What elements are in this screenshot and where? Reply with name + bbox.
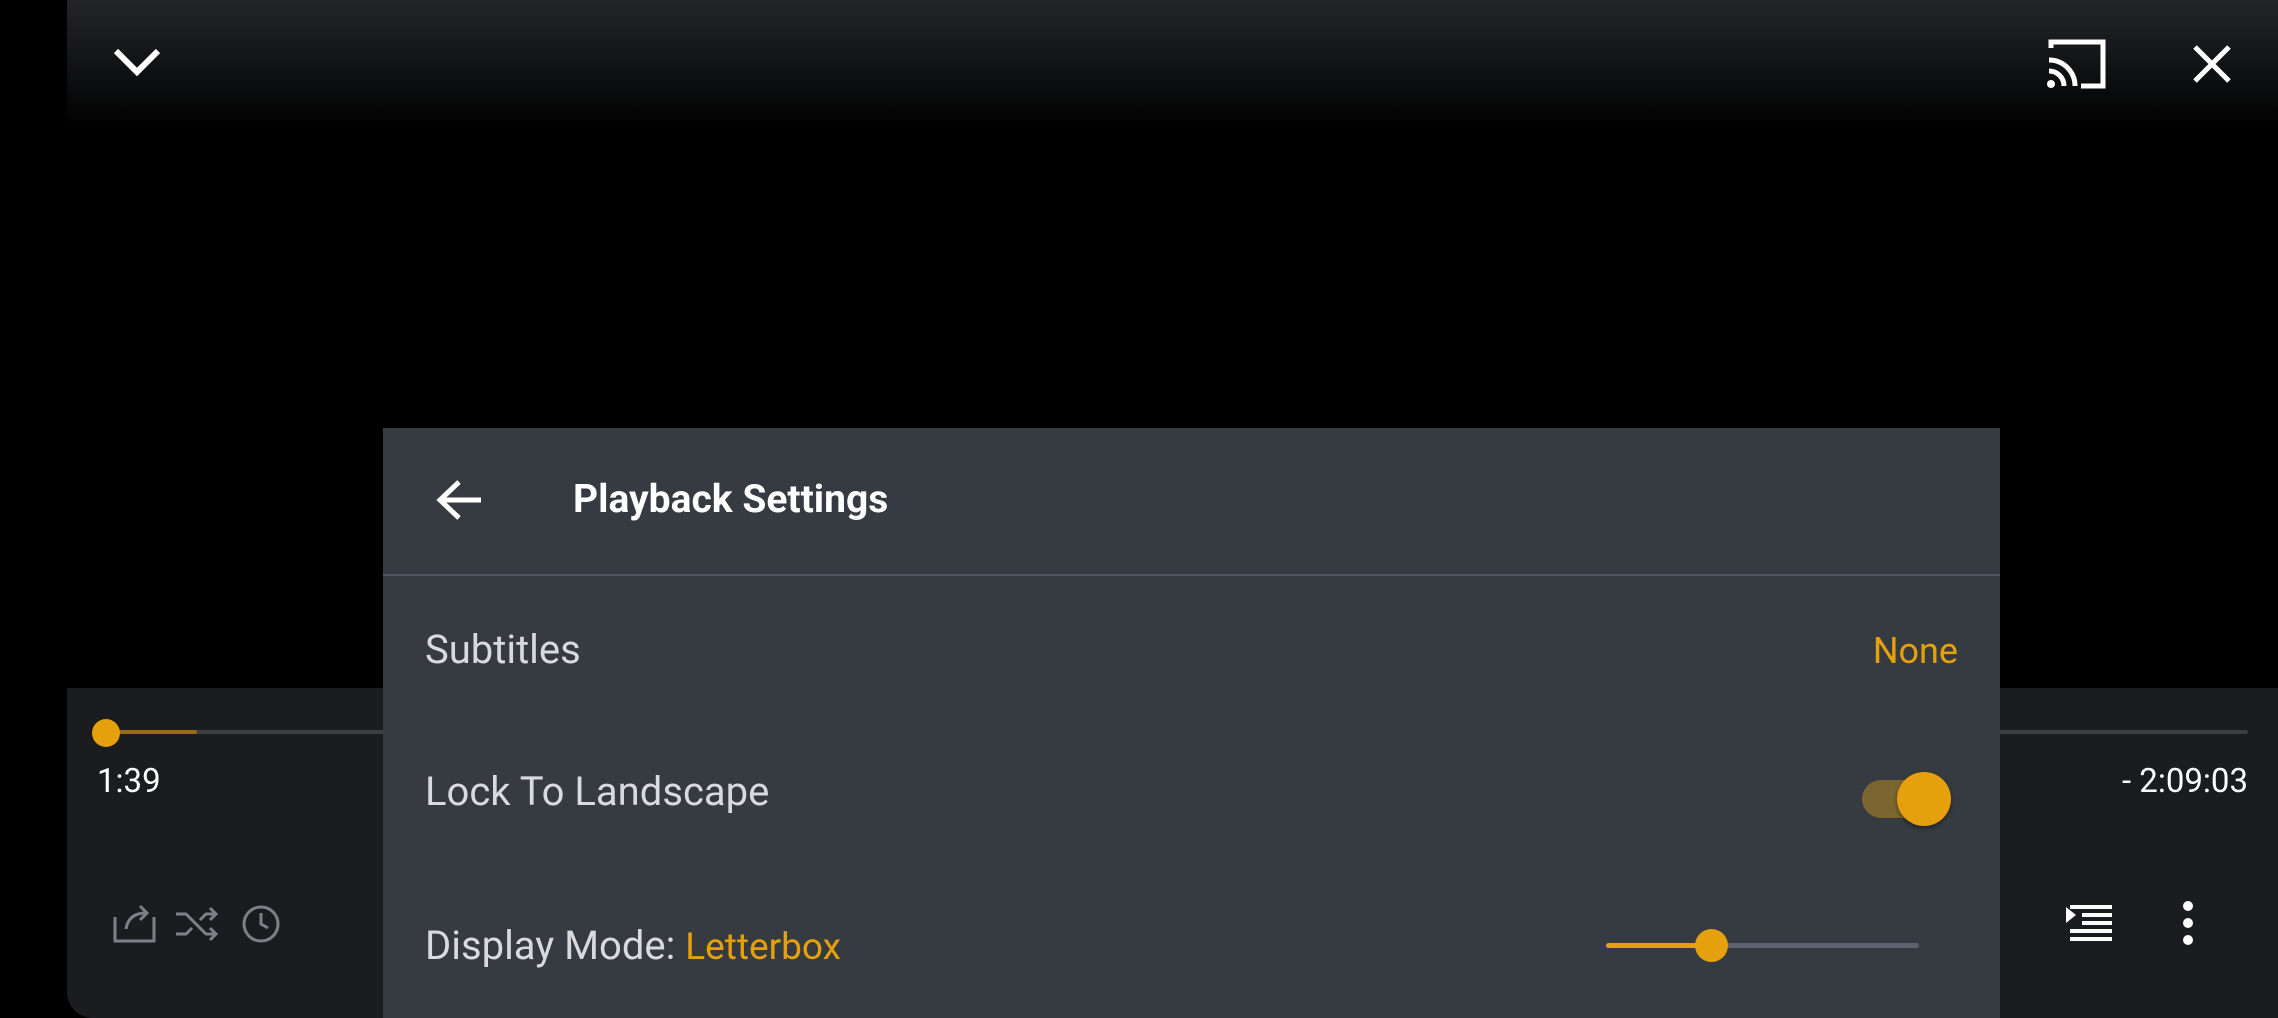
- display-mode-label-text: Display Mode:: [425, 922, 676, 969]
- remaining-time: - 2:09:03: [2121, 762, 2248, 801]
- player-top-bar: [67, 0, 2278, 130]
- elapsed-time: 1:39: [97, 762, 161, 801]
- arrow-back-icon[interactable]: [431, 472, 487, 528]
- subtitles-label: Subtitles: [425, 626, 581, 673]
- chevron-down-icon[interactable]: [107, 32, 167, 92]
- lock-landscape-label: Lock To Landscape: [425, 768, 770, 815]
- display-mode-slider-thumb[interactable]: [1695, 929, 1728, 962]
- display-mode-value: Letterbox: [685, 926, 842, 969]
- lock-landscape-toggle-thumb[interactable]: [1897, 772, 1951, 826]
- clock-icon[interactable]: [237, 900, 285, 948]
- seek-thumb[interactable]: [92, 719, 120, 747]
- close-icon[interactable]: [2182, 34, 2242, 94]
- panel-title: Playback Settings: [573, 476, 889, 522]
- share-icon[interactable]: [111, 900, 159, 948]
- cast-icon[interactable]: [2042, 34, 2112, 94]
- panel-header: Playback Settings: [383, 428, 2000, 576]
- subtitles-value: None: [1872, 630, 1958, 672]
- more-vert-icon[interactable]: [2173, 896, 2203, 950]
- display-mode-label: Display Mode: Letterbox: [425, 922, 841, 969]
- queue-icon[interactable]: [2062, 898, 2116, 948]
- playback-settings-panel: Playback Settings Subtitles None Lock To…: [383, 428, 2000, 1018]
- shuffle-icon[interactable]: [173, 900, 221, 948]
